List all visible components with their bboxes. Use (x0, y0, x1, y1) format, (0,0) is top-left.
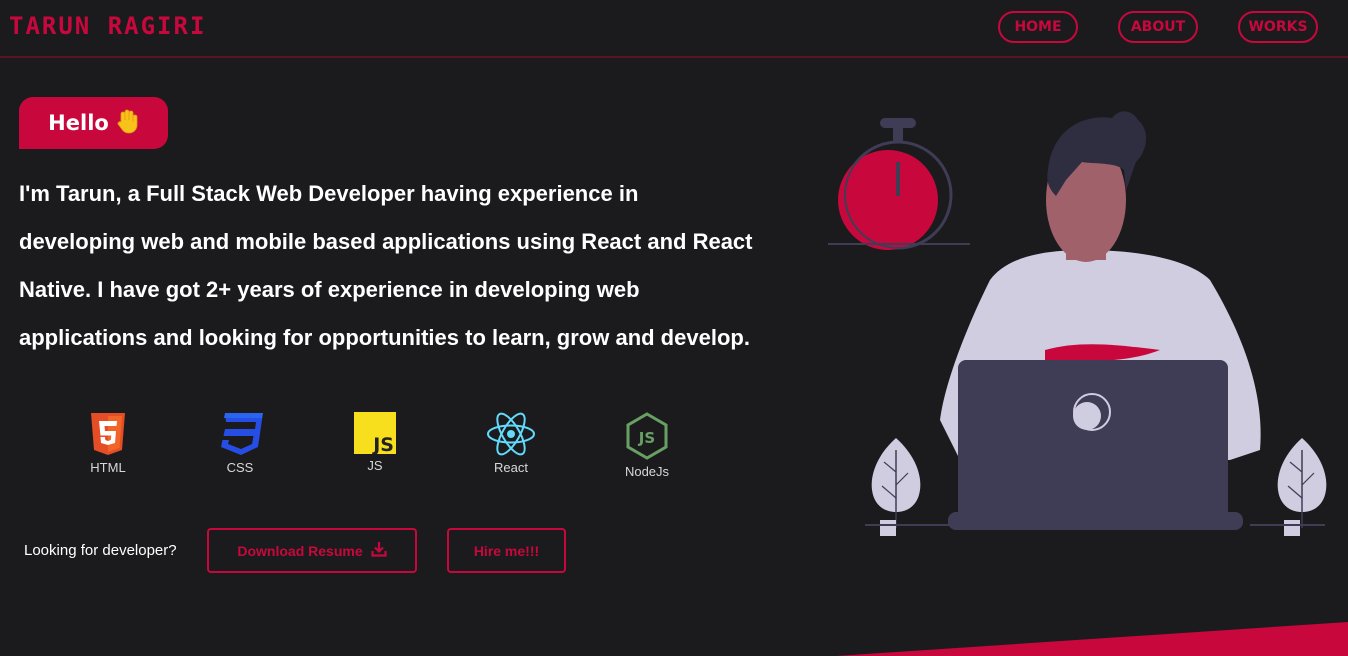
skill-html: HTML (63, 412, 153, 475)
react-icon (466, 412, 556, 456)
cta-prompt: Looking for developer? (24, 542, 177, 559)
skill-css: CSS (195, 412, 285, 475)
skill-label: CSS (226, 460, 254, 475)
plant-right-illustration (1250, 438, 1327, 536)
plant-left-illustration (865, 438, 960, 536)
skill-label: HTML (90, 460, 126, 475)
hire-me-button[interactable]: Hire me!!! (447, 528, 566, 573)
css3-icon (195, 412, 285, 456)
svg-text:JS: JS (638, 429, 655, 447)
html5-icon (63, 412, 153, 456)
waving-hand-icon (115, 108, 139, 139)
nodejs-icon: JS (602, 412, 692, 460)
nav-home-button[interactable]: HOME (998, 11, 1078, 43)
skill-label: React (494, 460, 528, 475)
download-icon (371, 541, 387, 560)
download-resume-label: Download Resume (237, 542, 363, 559)
intro-paragraph: I'm Tarun, a Full Stack Web Developer ha… (19, 181, 753, 350)
brand-logo[interactable]: TARUN RAGIRI (9, 12, 206, 40)
hello-text: Hello (48, 111, 109, 135)
skill-label: JS (367, 458, 383, 473)
nav-about-button[interactable]: ABOUT (1118, 11, 1198, 43)
svg-text:JS: JS (371, 434, 394, 454)
bottom-accent-stripe (836, 622, 1348, 656)
laptop-illustration (948, 360, 1243, 530)
skill-react: React (466, 412, 556, 475)
developer-illustration (828, 111, 1327, 536)
skill-nodejs: JS NodeJs (602, 412, 692, 479)
download-resume-button[interactable]: Download Resume (207, 528, 417, 573)
skill-js: JS JS (330, 412, 420, 473)
navbar: TARUN RAGIRI HOME ABOUT WORKS (0, 0, 1348, 58)
stopwatch-illustration (828, 118, 970, 250)
hello-badge: Hello (19, 97, 168, 149)
javascript-icon: JS (330, 412, 420, 454)
skill-label: NodeJs (624, 464, 670, 479)
nav-works-button[interactable]: WORKS (1238, 11, 1318, 43)
